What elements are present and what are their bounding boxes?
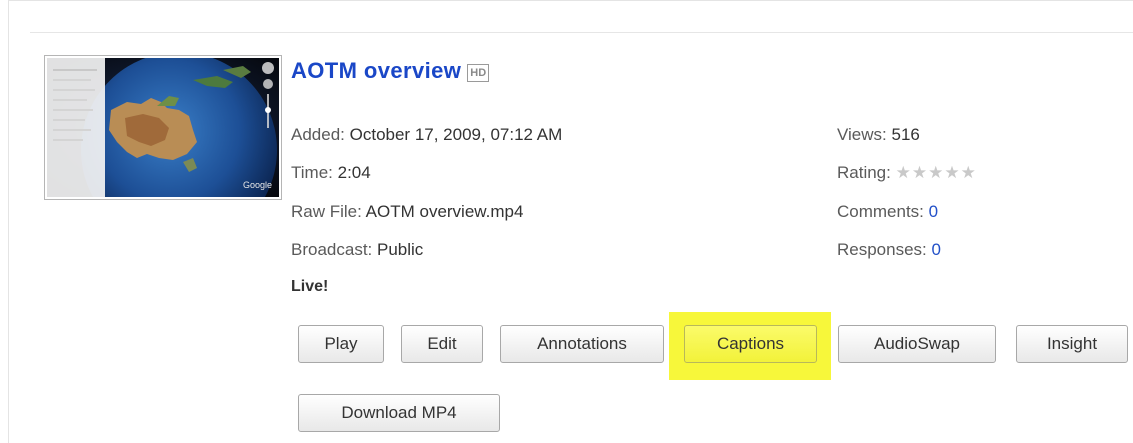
added-row: Added: October 17, 2009, 07:12 AM — [291, 125, 562, 145]
annotations-button[interactable]: Annotations — [500, 325, 664, 363]
broadcast-row: Broadcast: Public — [291, 240, 423, 260]
broadcast-label: Broadcast: — [291, 240, 373, 259]
added-value: October 17, 2009, 07:12 AM — [349, 125, 563, 144]
live-status: Live! — [291, 278, 329, 295]
video-thumbnail[interactable]: Google — [44, 55, 282, 200]
thumbnail-watermark: Google — [243, 180, 272, 190]
play-button[interactable]: Play — [298, 325, 384, 363]
rating-row: Rating: ★★★★★ — [837, 163, 977, 183]
responses-count-link[interactable]: 0 — [932, 240, 941, 259]
comments-count-link[interactable]: 0 — [929, 202, 938, 221]
raw-file-label: Raw File: — [291, 202, 362, 221]
rating-stars-icon: ★★★★★ — [895, 163, 977, 182]
captions-button[interactable]: Captions — [684, 325, 817, 363]
edit-button[interactable]: Edit — [401, 325, 483, 363]
comments-row: Comments: 0 — [837, 202, 938, 222]
raw-file-value: AOTM overview.mp4 — [365, 202, 524, 221]
raw-file-row: Raw File: AOTM overview.mp4 — [291, 202, 523, 222]
responses-label: Responses: — [837, 240, 927, 259]
rating-label: Rating: — [837, 163, 891, 182]
time-label: Time: — [291, 163, 333, 182]
added-label: Added: — [291, 125, 345, 144]
time-value: 2:04 — [337, 163, 371, 182]
views-row: Views: 516 — [837, 125, 920, 145]
insight-button[interactable]: Insight — [1016, 325, 1128, 363]
time-row: Time: 2:04 — [291, 163, 371, 183]
views-label: Views: — [837, 125, 887, 144]
video-title-link[interactable]: AOTM overview — [291, 58, 461, 84]
download-mp4-button[interactable]: Download MP4 — [298, 394, 500, 432]
video-title-row: AOTM overview HD — [291, 58, 490, 84]
views-value: 516 — [891, 125, 920, 144]
hd-badge: HD — [467, 63, 490, 82]
section-divider — [30, 32, 1133, 33]
earth-globe-image: Google — [47, 58, 279, 197]
broadcast-value: Public — [377, 240, 424, 259]
comments-label: Comments: — [837, 202, 924, 221]
responses-row: Responses: 0 — [837, 240, 941, 260]
audioswap-button[interactable]: AudioSwap — [838, 325, 996, 363]
